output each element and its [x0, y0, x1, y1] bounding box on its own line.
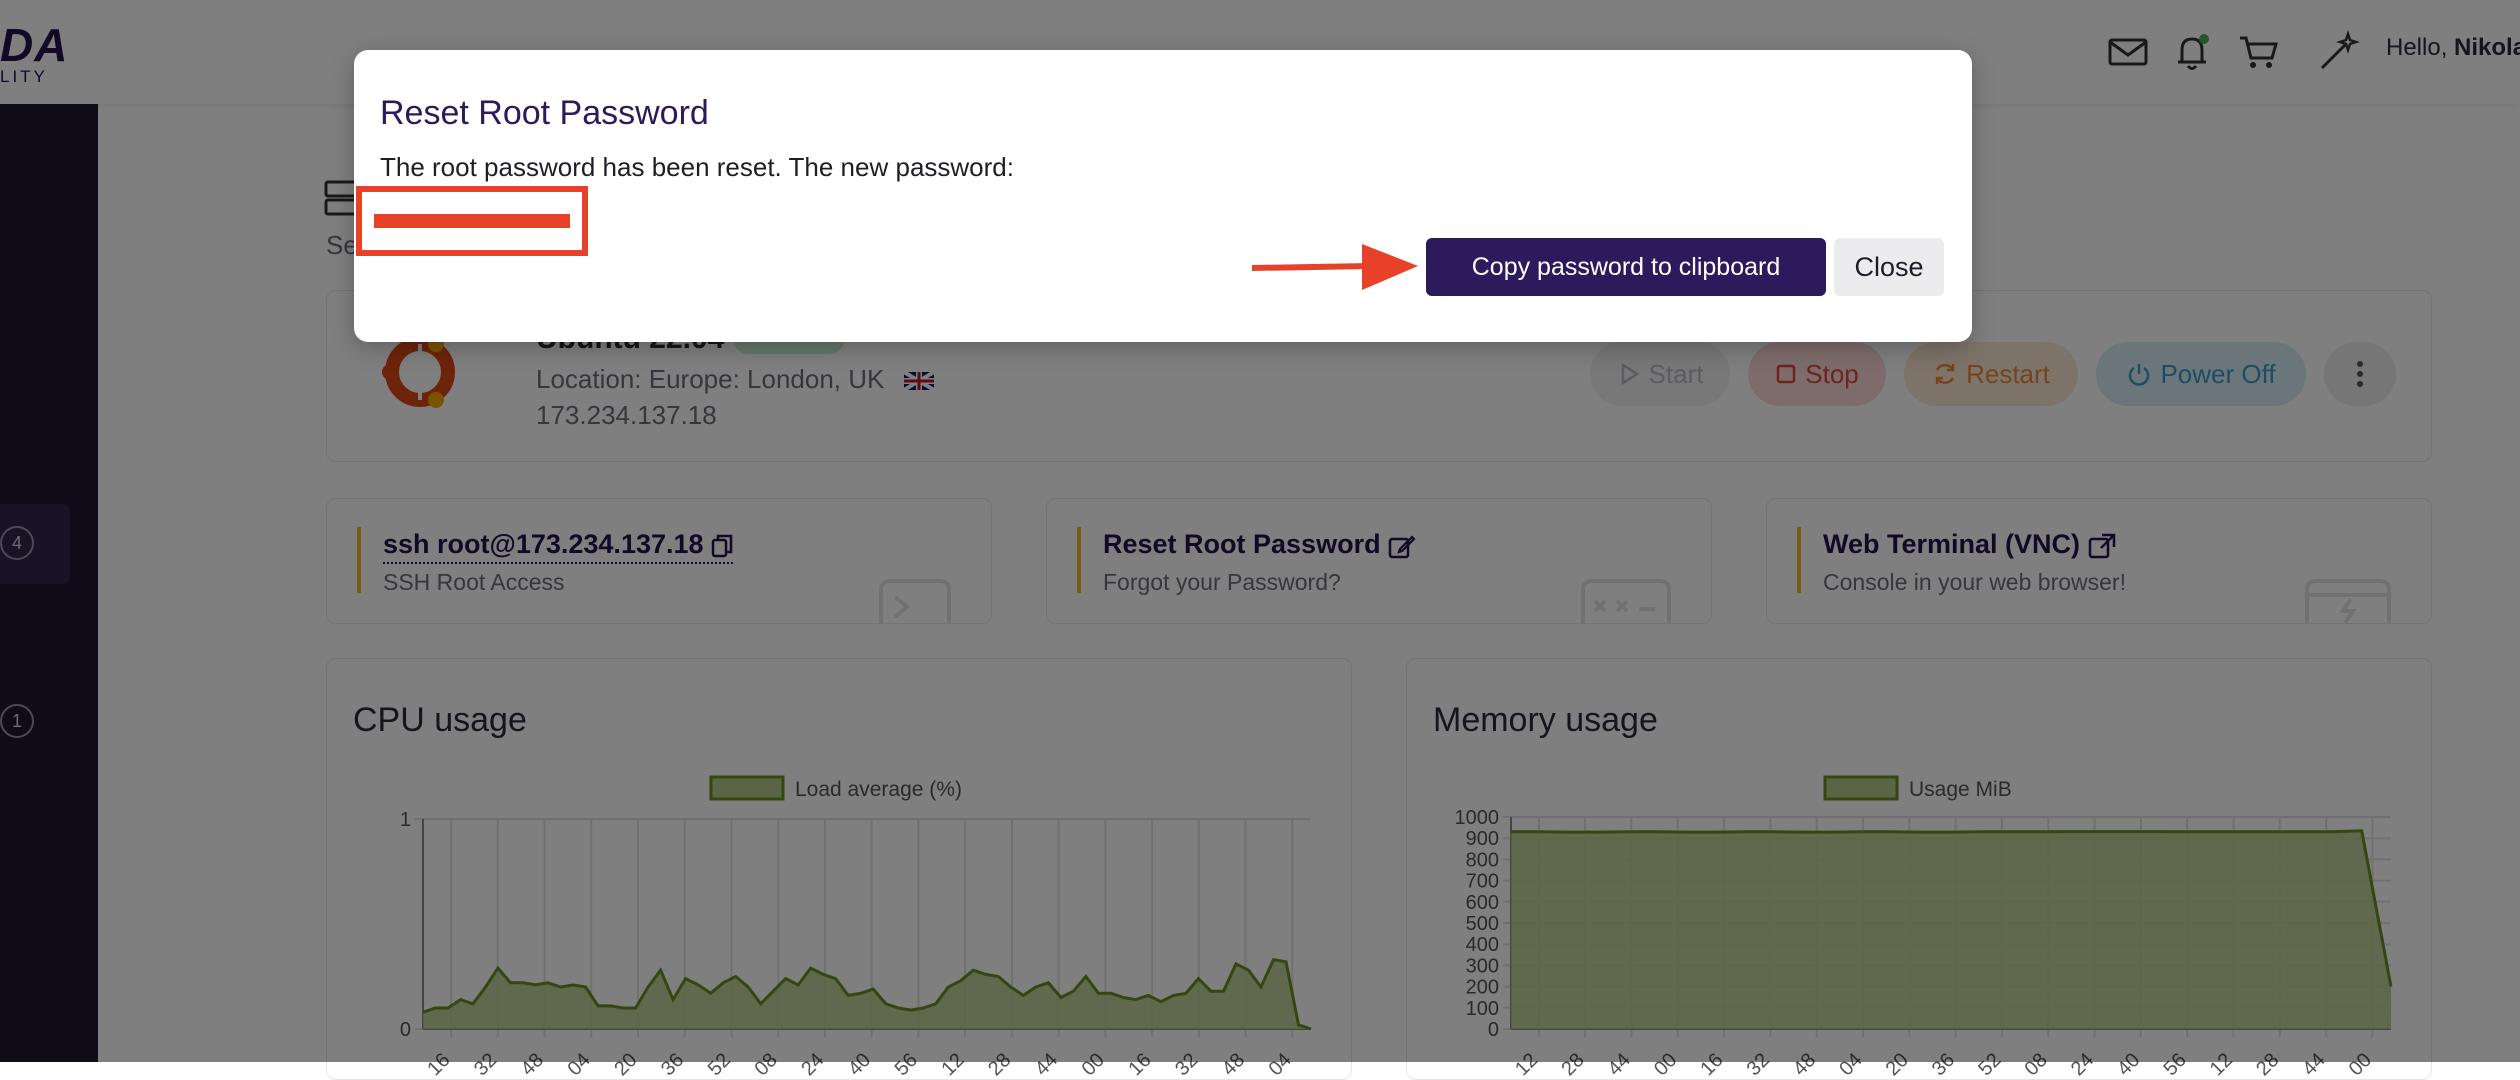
redacted-password[interactable] — [374, 214, 570, 228]
copy-password-button[interactable]: Copy password to clipboard — [1426, 238, 1826, 296]
arrow-annotation-icon — [1252, 244, 1418, 290]
reset-password-modal: Reset Root Password The root password ha… — [354, 50, 1972, 342]
close-button[interactable]: Close — [1834, 238, 1944, 296]
password-highlight-box — [356, 186, 588, 256]
modal-message: The root password has been reset. The ne… — [380, 152, 1014, 182]
modal-title: Reset Root Password — [380, 94, 709, 132]
